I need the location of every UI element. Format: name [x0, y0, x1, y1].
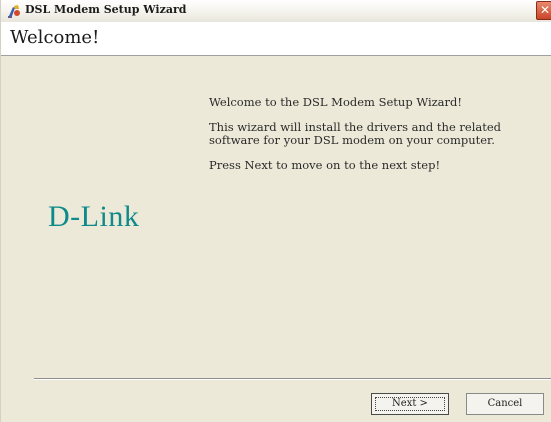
- focus-rectangle: [375, 397, 445, 411]
- page-title: Welcome!: [10, 27, 100, 48]
- welcome-paragraph: Welcome to the DSL Modem Setup Wizard!: [209, 95, 463, 109]
- next-button[interactable]: Next >: [371, 393, 449, 415]
- cancel-button[interactable]: Cancel: [466, 393, 544, 415]
- description-paragraph: This wizard will install the drivers and…: [209, 120, 502, 147]
- welcome-text-area: Welcome to the DSL Modem Setup Wizard! T…: [209, 96, 551, 184]
- wizard-header: Welcome!: [1, 22, 551, 56]
- instruction-paragraph: Press Next to move on to the next step!: [209, 158, 441, 172]
- window-title: DSL Modem Setup Wizard: [25, 3, 187, 16]
- close-icon: ✕: [539, 3, 551, 17]
- title-bar[interactable]: DSL Modem Setup Wizard ✕: [1, 0, 551, 23]
- footer-divider: [34, 378, 551, 380]
- d-link-logo: D-Link: [48, 200, 140, 233]
- wizard-app-icon: [6, 3, 22, 19]
- close-button[interactable]: ✕: [536, 1, 551, 20]
- setup-wizard-window: DSL Modem Setup Wizard ✕ Welcome! D-Link…: [0, 0, 551, 422]
- cancel-button-label: Cancel: [487, 398, 523, 409]
